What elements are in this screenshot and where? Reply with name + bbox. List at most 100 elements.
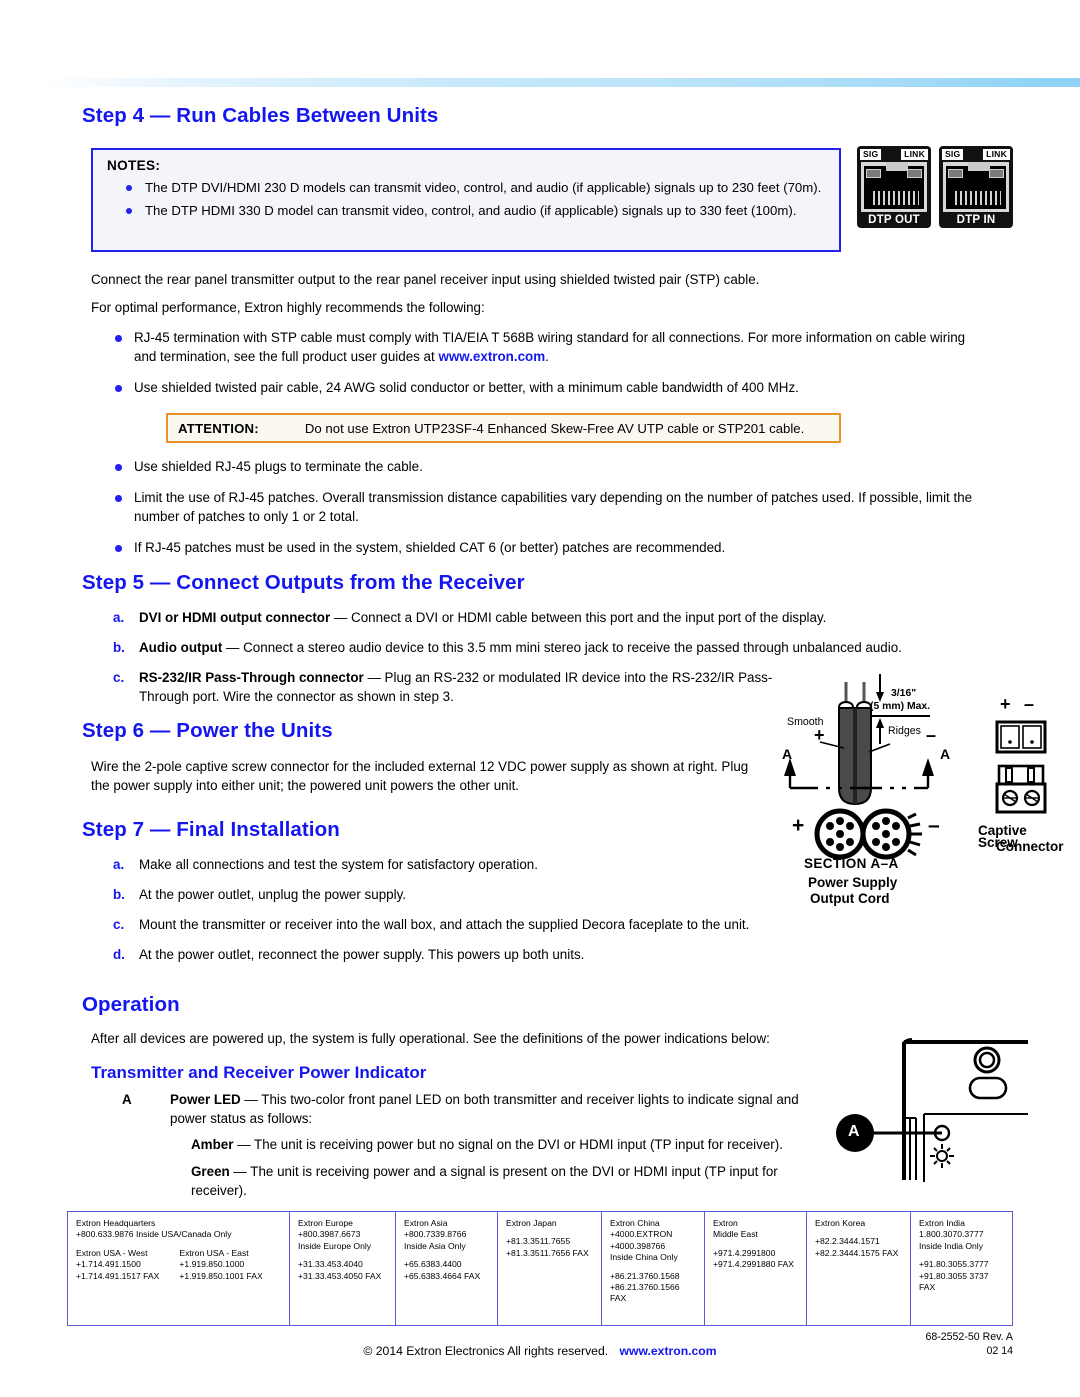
office-fax: +86.21.3760.1566 [610,1282,680,1293]
dtp-in-label: DTP IN [956,214,996,226]
section-marker-right: A [940,746,951,762]
item-text: At the power outlet, unplug the power su… [139,887,406,902]
front-panel-led-illustration: A [832,1030,1032,1200]
office-note: Inside Europe Only [298,1240,372,1251]
usa-east: Extron USA - East +1.919.850.1000 +1.919… [179,1248,262,1282]
definition-text: — The unit is receiving power and a sign… [191,1164,778,1198]
office-phone-2: +31.33.453.4040 [298,1259,363,1270]
section-marker-left: A [782,746,793,762]
copyright-line: © 2014 Extron Electronics All rights res… [0,1344,1080,1358]
bullet-item-shielded-plugs: Use shielded RJ-45 plugs to terminate th… [91,457,1001,476]
attention-message: Do not use Extron UTP23SF-4 Enhanced Ske… [304,420,805,436]
operation-paragraph: After all devices are powered up, the sy… [91,1031,770,1046]
rj45-tab [968,162,990,171]
extron-website-link[interactable]: www.extron.com [438,349,545,364]
definition-text: — The unit is receiving power but no sig… [233,1137,783,1152]
office-phone-2: +91.80.3055.3777 [919,1259,989,1270]
rj45-jack-illustration: SIG LINK DTP OUT SIG LINK DTP IN [857,146,1013,228]
office-phone: +800.633.9876 Inside USA/Canada Only [76,1229,232,1240]
dimension-label-inches: 3/16" [891,688,917,699]
footer-cell-europe: Extron Europe +800.3987.6673 Inside Euro… [290,1212,396,1325]
jack-led-labels: SIG LINK [860,149,928,160]
sig-led-indicator [948,169,963,178]
step6-paragraph: Wire the 2-pole captive screw connector … [91,759,749,793]
operation-item-power-led: A Power LED — This two-color front panel… [122,1090,830,1128]
item-term: DVI or HDMI output connector [139,610,331,625]
power-supply-caption-2: Output Cord [810,891,890,906]
office-fax-label: FAX [919,1282,936,1293]
office-fax-label: FAX [610,1293,627,1304]
office-name: Extron Headquarters [76,1218,156,1228]
dtp-out-label: DTP OUT [868,214,920,226]
step4-intro-2: For optimal performance, Extron highly r… [91,300,485,315]
item-letter: a. [113,610,125,625]
item-letter: A [122,1092,132,1107]
office-phone-3: +86.21.3760.1568 [610,1270,680,1281]
footer-cell-korea: Extron Korea +82.2.3444.1571 +82.2.3444.… [807,1212,911,1325]
office-name: Extron [713,1218,738,1228]
document-page: Step 4 — Run Cables Between Units NOTES:… [0,0,1080,1397]
step4-heading: Step 4 — Run Cables Between Units [82,104,439,127]
section-minus: – [928,814,940,837]
item-term: Power LED [170,1092,241,1107]
footer-cell-middle-east: Extron Middle East +971.4.2991800 +971.4… [705,1212,807,1325]
link-led-indicator [989,169,1004,178]
dtp-out-jack: SIG LINK DTP OUT [857,146,931,228]
office-fax: +81.3.3511.7656 FAX [506,1247,589,1258]
ridges-label: Ridges [888,725,921,737]
item-text: Mount the transmitter or receiver into t… [139,917,750,932]
office-fax: +971.4.2991880 FAX [713,1259,794,1270]
office-phone: +82.2.3444.1571 [815,1236,880,1247]
extron-website-link-footer[interactable]: www.extron.com [620,1344,717,1358]
step5-item-rs232-ir: c. RS-232/IR Pass-Through connector — Pl… [91,668,791,706]
office-phone: +1.919.850.1000 [179,1259,245,1270]
section-plus: + [792,814,805,837]
step7-list: a. Make all connections and test the sys… [91,855,751,975]
definition-green: Green — The unit is receiving power and … [191,1162,831,1200]
attention-title: ATTENTION: [178,420,259,436]
step5-item-dvi-hdmi: a. DVI or HDMI output connector — Connec… [91,608,971,627]
office-name: Extron Japan [506,1218,557,1228]
item-text: At the power outlet, reconnect the power… [139,947,585,962]
rj45-port-icon [943,162,1009,212]
power-supply-caption-1: Power Supply [808,875,898,890]
unit-illustration-svg [836,1038,1028,1182]
definition-term: Green [191,1164,230,1179]
sig-led-label: SIG [860,149,882,160]
power-supply-cord-diagram: 3/16" (5 mm) Max. Smooth Ridges + – A A … [770,672,1070,905]
footer-cell-asia: Extron Asia +800.7339.8766 Inside Asia O… [396,1212,498,1325]
step7-item-c: c. Mount the transmitter or receiver int… [91,915,751,934]
item-term: Audio output [139,640,223,655]
sig-led-label: SIG [942,149,964,160]
polarity-plus-cord: + [814,725,825,745]
item-letter: b. [113,887,125,902]
office-fax: +65.6383.4664 FAX [404,1270,481,1281]
bullet-item-cable-spec: Use shielded twisted pair cable, 24 AWG … [91,378,991,397]
office-note: Inside China Only [610,1252,678,1263]
office-phone: +81.3.3511.7655 [506,1236,571,1247]
part-number: 68-2552-50 Rev. A [925,1331,1013,1343]
rj45-tab [886,162,908,171]
bullet-text-tail: . [545,349,549,364]
step4-bullets-b: Use shielded RJ-45 plugs to terminate th… [91,457,1001,569]
office-phone: +1.714.491.1500 [76,1259,141,1270]
office-name: Extron Europe [298,1218,353,1228]
header-gradient-rule [0,78,1080,87]
step4-intro-1: Connect the rear panel transmitter outpu… [91,272,760,287]
bullet-text: Use shielded twisted pair cable, 24 AWG … [134,380,799,395]
captive-screw-caption-2: Connector [996,839,1064,854]
footer-cell-china: Extron China +4000.EXTRON +4000.398766 I… [602,1212,705,1325]
office-phone: 1.800.3070.3777 [919,1229,984,1240]
office-phone: +800.7339.8766 [404,1229,467,1240]
power-indicator-subheading: Transmitter and Receiver Power Indicator [91,1063,427,1082]
office-phone-2: +4000.398766 [610,1240,666,1251]
office-name-2: Middle East [713,1229,758,1240]
usa-offices: Extron USA - West +1.714.491.1500 +1.714… [76,1248,282,1282]
bullet-item-rj45-termination: RJ-45 termination with STP cable must co… [91,328,991,366]
footer-cell-japan: Extron Japan +81.3.3511.7655 +81.3.3511.… [498,1212,602,1325]
